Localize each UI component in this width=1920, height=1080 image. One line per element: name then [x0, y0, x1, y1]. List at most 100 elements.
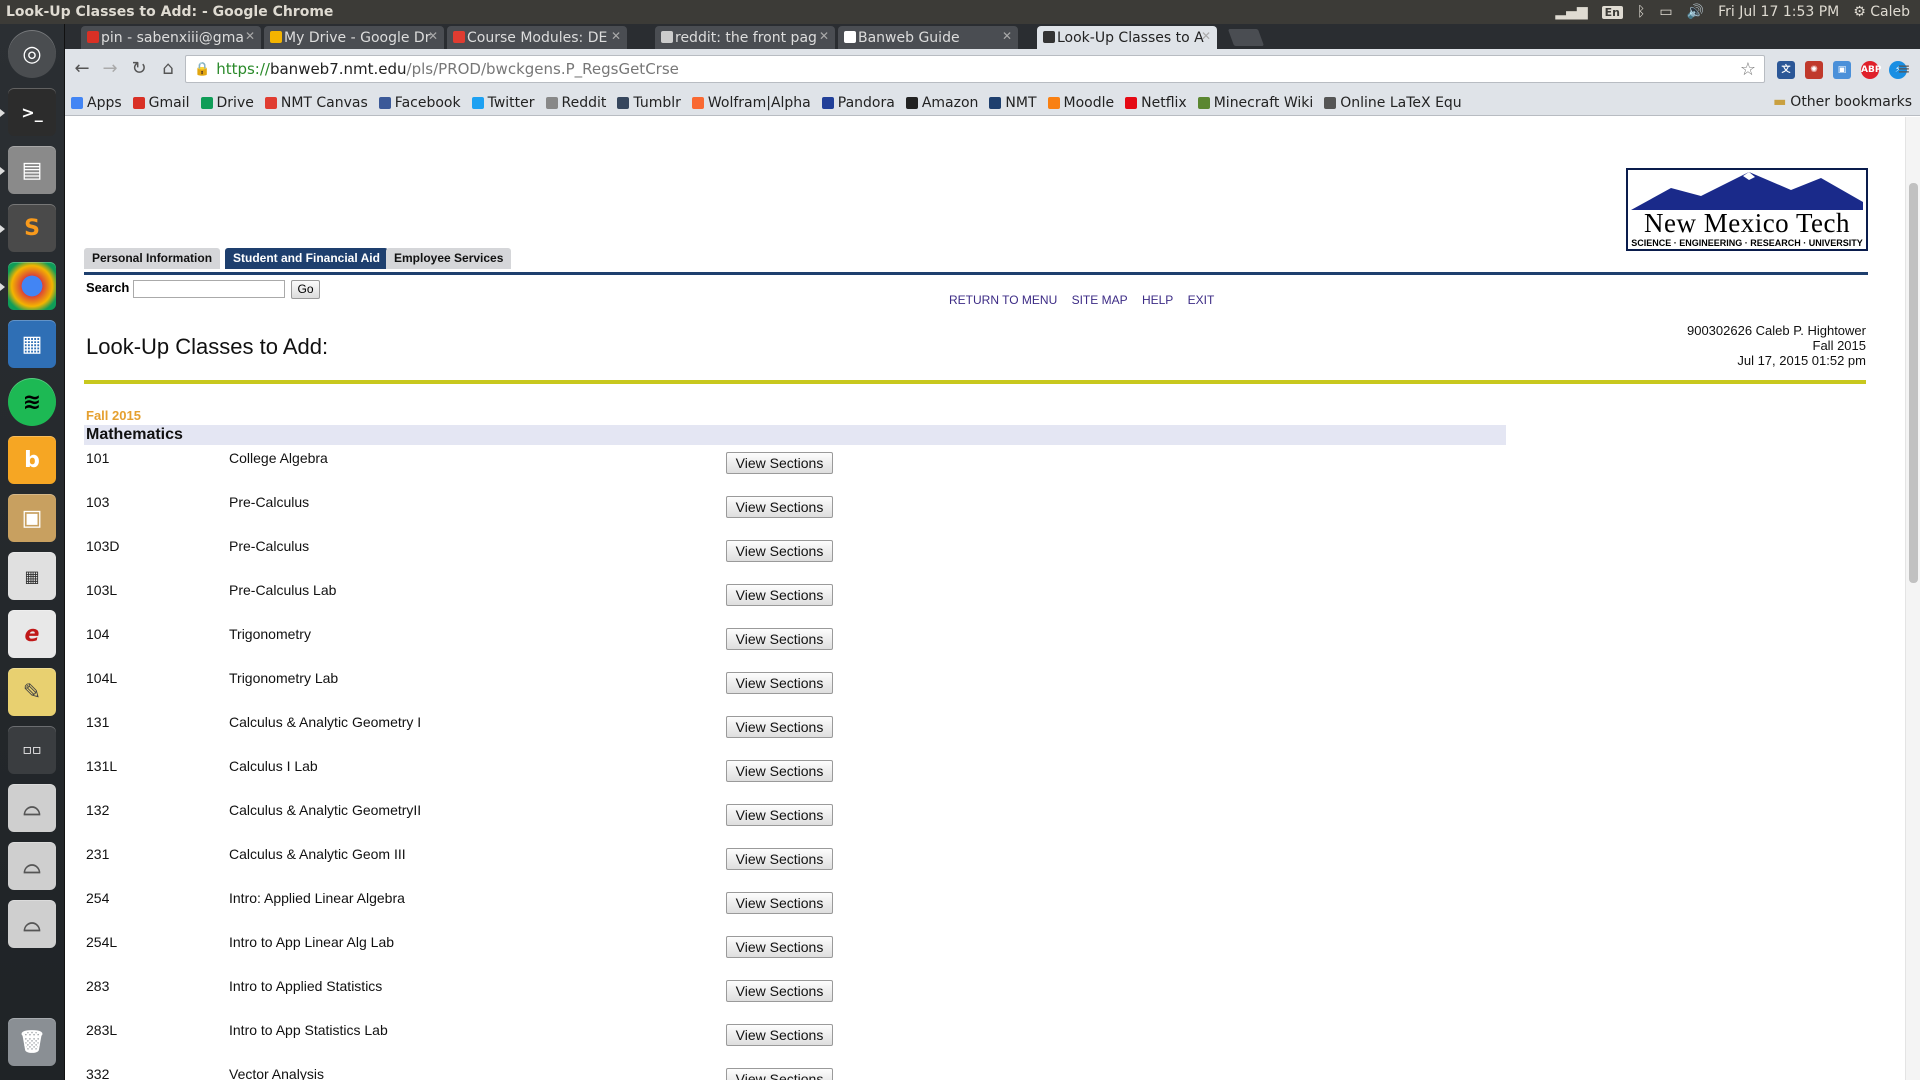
bookmark-gmail[interactable]: Gmail [132, 95, 190, 111]
bookmark-apps[interactable]: Apps [71, 95, 122, 111]
view-sections-button[interactable]: View Sections [726, 1024, 833, 1046]
view-sections-button[interactable]: View Sections [726, 936, 833, 958]
dash-home-icon[interactable]: ◎ [8, 30, 56, 78]
exit-link[interactable]: EXIT [1188, 293, 1215, 307]
software-center-icon[interactable]: ▣ [8, 494, 56, 542]
close-tab-icon[interactable]: ✕ [428, 29, 438, 43]
view-sections-button[interactable]: View Sections [726, 848, 833, 870]
session-gear-icon[interactable]: ⚙ Caleb [1853, 4, 1910, 20]
bookmark-minecraft-wiki[interactable]: Minecraft Wiki [1197, 95, 1313, 111]
tab-label: pin - sabenxiii@gma [101, 29, 244, 46]
bug-extension-icon[interactable]: ✺ [1805, 61, 1823, 79]
bookmark-reddit[interactable]: Reddit [545, 95, 606, 111]
network-icon[interactable]: ▂▄▆ [1555, 4, 1587, 20]
go-button[interactable]: Go [291, 280, 320, 299]
emacs-icon[interactable]: e [8, 610, 56, 658]
view-sections-button[interactable]: View Sections [726, 496, 833, 518]
nmt-logo[interactable]: New Mexico Tech SCIENCE · ENGINEERING · … [1626, 168, 1868, 251]
other-bookmarks[interactable]: ▬ Other bookmarks [1773, 94, 1912, 110]
view-sections-button[interactable]: View Sections [726, 892, 833, 914]
view-sections-button[interactable]: View Sections [726, 628, 833, 650]
bluetooth-icon[interactable]: ᛒ [1637, 4, 1645, 20]
tab-google-drive[interactable]: My Drive - Google Dr ✕ [264, 26, 444, 49]
banshee-icon[interactable]: b [8, 436, 56, 484]
close-tab-icon[interactable]: ✕ [1201, 29, 1211, 43]
view-sections-button[interactable]: View Sections [726, 672, 833, 694]
chrome-icon[interactable] [0, 262, 56, 310]
return-to-menu-link[interactable]: RETURN TO MENU [949, 293, 1057, 307]
bookmark-facebook[interactable]: Facebook [378, 95, 461, 111]
bookmark-twitter[interactable]: Twitter [471, 95, 535, 111]
calculator-icon[interactable]: ▦ [8, 552, 56, 600]
user-timestamp: Jul 17, 2015 01:52 pm [1737, 353, 1866, 368]
drive-icon-1[interactable]: ⌓ [8, 784, 56, 832]
keyboard-language-indicator[interactable]: En [1601, 5, 1623, 19]
workspace-switcher-icon[interactable]: ▫▫ [8, 726, 56, 774]
bookmark-moodle[interactable]: Moodle [1047, 95, 1114, 111]
tab-employee-services[interactable]: Employee Services [386, 248, 512, 269]
clock[interactable]: Fri Jul 17 1:53 PM [1718, 4, 1839, 20]
volume-icon[interactable]: 🔊 [1687, 4, 1704, 20]
close-tab-icon[interactable]: ✕ [611, 29, 621, 43]
spotify-icon[interactable]: ≋ [8, 378, 56, 426]
view-sections-button[interactable]: View Sections [726, 1068, 833, 1080]
close-tab-icon[interactable]: ✕ [245, 29, 255, 43]
tab-canvas[interactable]: Course Modules: DE ✕ [447, 26, 627, 49]
tab-gmail[interactable]: pin - sabenxiii@gma ✕ [81, 26, 261, 49]
battery-icon[interactable]: ▭ [1659, 4, 1672, 20]
view-sections-button[interactable]: View Sections [726, 804, 833, 826]
tab-label: Course Modules: DE [467, 29, 608, 46]
bookmark-pandora[interactable]: Pandora [821, 95, 895, 111]
screenshot-extension-icon[interactable]: ▣ [1833, 61, 1851, 79]
libreoffice-writer-icon[interactable]: ▦ [8, 320, 56, 368]
bookmark-nmt[interactable]: NMT [989, 95, 1037, 111]
tab-student-financial-aid[interactable]: Student and Financial Aid [225, 248, 388, 269]
reload-icon[interactable]: ↻ [127, 57, 151, 81]
course-title: Intro to App Statistics Lab [229, 1022, 388, 1038]
drive-icon-3[interactable]: ⌓ [8, 900, 56, 948]
help-link[interactable]: HELP [1142, 293, 1173, 307]
sublime-text-icon[interactable]: S [0, 204, 56, 252]
forward-arrow-icon[interactable]: → [98, 57, 122, 81]
bookmark-amazon[interactable]: Amazon [905, 95, 978, 111]
search-input[interactable] [133, 280, 285, 298]
trash-icon[interactable]: 🗑 [8, 1018, 56, 1066]
scrollbar-thumb[interactable] [1909, 183, 1918, 583]
bookmark-nmt-canvas[interactable]: NMT Canvas [264, 95, 368, 111]
translate-extension-icon[interactable]: 文 [1777, 61, 1795, 79]
tab-personal-information[interactable]: Personal Information [84, 248, 221, 269]
view-sections-button[interactable]: View Sections [726, 716, 833, 738]
view-sections-button[interactable]: View Sections [726, 980, 833, 1002]
bookmark-drive[interactable]: Drive [200, 95, 254, 111]
bookmark-tumblr[interactable]: Tumblr [617, 95, 681, 111]
close-tab-icon[interactable]: ✕ [1002, 29, 1012, 43]
netflix-icon [1125, 97, 1138, 109]
view-sections-button[interactable]: View Sections [726, 540, 833, 562]
page-scrollbar[interactable] [1905, 117, 1920, 1080]
site-map-link[interactable]: SITE MAP [1072, 293, 1128, 307]
view-sections-button[interactable]: View Sections [726, 760, 833, 782]
new-tab-button[interactable] [1227, 29, 1265, 46]
adblock-plus-icon[interactable]: ABP [1861, 61, 1881, 79]
close-tab-icon[interactable]: ✕ [819, 29, 829, 43]
text-editor-icon[interactable]: ✎ [8, 668, 56, 716]
bookmark-wolfram-alpha[interactable]: Wolfram|Alpha [691, 95, 811, 111]
files-icon[interactable]: ▤ [0, 146, 56, 194]
bookmark-star-icon[interactable]: ☆ [1740, 59, 1756, 80]
tab-reddit[interactable]: reddit: the front pag ✕ [655, 26, 835, 49]
course-row: 131 Calculus & Analytic Geometry I View Se… [65, 714, 965, 758]
tab-strip: pin - sabenxiii@gma ✕ My Drive - Google … [65, 24, 1920, 49]
address-bar[interactable]: 🔒 https://banweb7.nmt.edu/pls/PROD/bwckg… [185, 55, 1765, 83]
back-arrow-icon[interactable]: ← [70, 57, 94, 81]
bookmark-latex[interactable]: Online LaTeX Equ [1324, 95, 1462, 111]
bookmark-netflix[interactable]: Netflix [1125, 95, 1187, 111]
view-sections-button[interactable]: View Sections [726, 584, 833, 606]
tab-lookup-classes[interactable]: Look-Up Classes to A ✕ [1037, 26, 1217, 49]
view-sections-button[interactable]: View Sections [726, 452, 833, 474]
course-title: Intro to App Linear Alg Lab [229, 934, 395, 950]
menu-hamburger-icon[interactable]: ≡ [1892, 57, 1916, 81]
tab-banweb-guide[interactable]: Banweb Guide ✕ [838, 26, 1018, 49]
drive-icon-2[interactable]: ⌓ [8, 842, 56, 890]
home-icon[interactable]: ⌂ [156, 57, 180, 81]
terminal-icon[interactable]: >_ [0, 88, 56, 136]
